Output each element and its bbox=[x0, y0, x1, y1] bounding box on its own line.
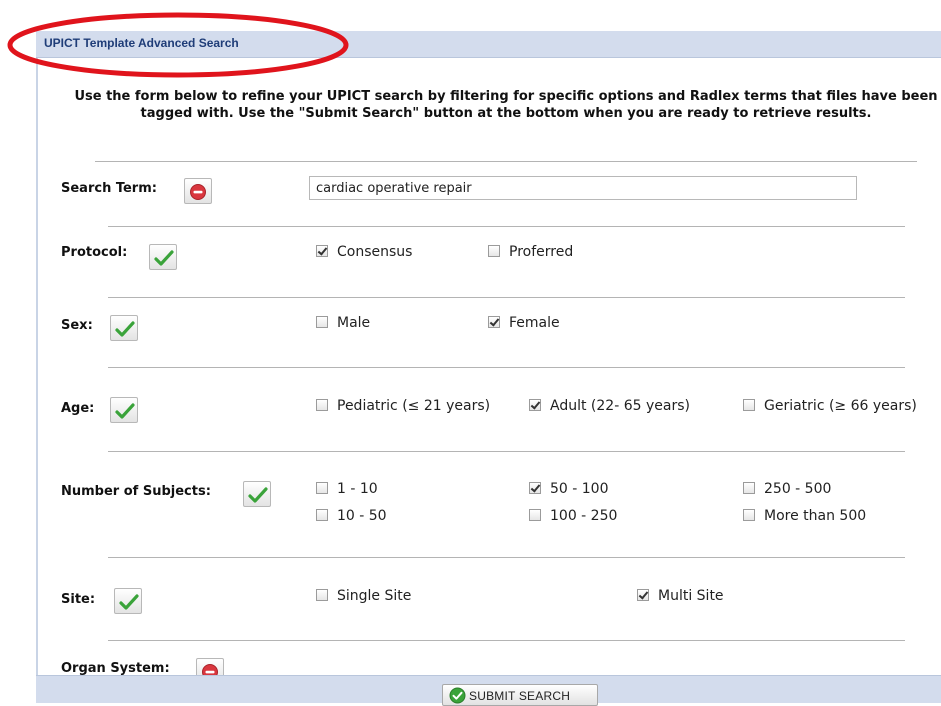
subjects-250-500-checkbox[interactable] bbox=[743, 482, 755, 494]
subjects-option-10-50[interactable]: 10 - 50 bbox=[316, 508, 387, 524]
option-label: More than 500 bbox=[764, 508, 867, 524]
search-term-toggle-button[interactable] bbox=[184, 178, 212, 204]
submit-search-label: SUBMIT SEARCH bbox=[469, 689, 571, 703]
female-checkbox[interactable] bbox=[488, 316, 500, 328]
option-label: 1 - 10 bbox=[337, 481, 378, 497]
option-label: Multi Site bbox=[658, 588, 724, 604]
subjects-option-50-100[interactable]: 50 - 100 bbox=[529, 481, 609, 497]
divider bbox=[95, 161, 917, 162]
multi-site-checkbox[interactable] bbox=[637, 589, 649, 601]
option-label: Consensus bbox=[337, 244, 413, 260]
subjects-option-250-500[interactable]: 250 - 500 bbox=[743, 481, 831, 497]
divider bbox=[108, 367, 905, 368]
divider bbox=[108, 226, 905, 227]
option-label: Female bbox=[509, 315, 560, 331]
subjects-50-100-checkbox[interactable] bbox=[529, 482, 541, 494]
ok-circle-icon bbox=[449, 687, 466, 704]
sex-toggle-button[interactable] bbox=[110, 315, 138, 341]
subjects-toggle-button[interactable] bbox=[243, 481, 271, 507]
age-toggle-button[interactable] bbox=[110, 397, 138, 423]
age-option-adult[interactable]: Adult (22- 65 years) bbox=[529, 398, 690, 414]
option-label: 100 - 250 bbox=[550, 508, 618, 524]
submit-search-button[interactable]: SUBMIT SEARCH bbox=[442, 684, 598, 706]
option-label: Pediatric (≤ 21 years) bbox=[337, 398, 491, 414]
checkmark-icon bbox=[115, 403, 135, 419]
checkmark-icon bbox=[115, 321, 135, 337]
protocol-option-proferred[interactable]: Proferred bbox=[488, 244, 573, 260]
sex-label: Sex: bbox=[61, 318, 93, 333]
age-option-pediatric[interactable]: Pediatric (≤ 21 years) bbox=[316, 398, 490, 414]
divider bbox=[108, 451, 905, 452]
subjects-label: Number of Subjects: bbox=[61, 484, 211, 499]
protocol-toggle-button[interactable] bbox=[149, 244, 177, 270]
divider bbox=[108, 640, 905, 641]
consensus-checkbox[interactable] bbox=[316, 245, 328, 257]
subjects-option-100-250[interactable]: 100 - 250 bbox=[529, 508, 617, 524]
option-label: Male bbox=[337, 315, 371, 331]
site-option-multi[interactable]: Multi Site bbox=[637, 588, 724, 604]
sex-option-female[interactable]: Female bbox=[488, 315, 560, 331]
geriatric-checkbox[interactable] bbox=[743, 399, 755, 411]
option-label: 50 - 100 bbox=[550, 481, 609, 497]
subjects-more-than-500-checkbox[interactable] bbox=[743, 509, 755, 521]
option-label: Geriatric (≥ 66 years) bbox=[764, 398, 917, 414]
age-label: Age: bbox=[61, 401, 95, 416]
protocol-option-consensus[interactable]: Consensus bbox=[316, 244, 412, 260]
option-label: 10 - 50 bbox=[337, 508, 387, 524]
protocol-label: Protocol: bbox=[61, 245, 128, 260]
subjects-option-more-than-500[interactable]: More than 500 bbox=[743, 508, 866, 524]
sex-option-male[interactable]: Male bbox=[316, 315, 370, 331]
remove-icon bbox=[190, 184, 206, 200]
search-term-input[interactable] bbox=[309, 176, 857, 200]
option-label: Adult (22- 65 years) bbox=[550, 398, 690, 414]
age-option-geriatric[interactable]: Geriatric (≥ 66 years) bbox=[743, 398, 917, 414]
intro-text: Use the form below to refine your UPICT … bbox=[74, 89, 938, 121]
checkmark-icon bbox=[119, 594, 139, 610]
divider bbox=[108, 297, 905, 298]
pediatric-checkbox[interactable] bbox=[316, 399, 328, 411]
checkmark-icon bbox=[154, 250, 174, 266]
option-label: Single Site bbox=[337, 588, 412, 604]
organ-system-label: Organ System: bbox=[61, 661, 170, 676]
subjects-100-250-checkbox[interactable] bbox=[529, 509, 541, 521]
site-option-single[interactable]: Single Site bbox=[316, 588, 411, 604]
adult-checkbox[interactable] bbox=[529, 399, 541, 411]
subjects-option-1-10[interactable]: 1 - 10 bbox=[316, 481, 378, 497]
option-label: 250 - 500 bbox=[764, 481, 832, 497]
search-term-label: Search Term: bbox=[61, 181, 157, 196]
site-label: Site: bbox=[61, 592, 96, 607]
divider bbox=[108, 557, 905, 558]
single-site-checkbox[interactable] bbox=[316, 589, 328, 601]
proferred-checkbox[interactable] bbox=[488, 245, 500, 257]
subjects-1-10-checkbox[interactable] bbox=[316, 482, 328, 494]
checkmark-icon bbox=[248, 487, 268, 503]
site-toggle-button[interactable] bbox=[114, 588, 142, 614]
male-checkbox[interactable] bbox=[316, 316, 328, 328]
subjects-10-50-checkbox[interactable] bbox=[316, 509, 328, 521]
annotation-ellipse bbox=[7, 12, 349, 78]
option-label: Proferred bbox=[509, 244, 574, 260]
